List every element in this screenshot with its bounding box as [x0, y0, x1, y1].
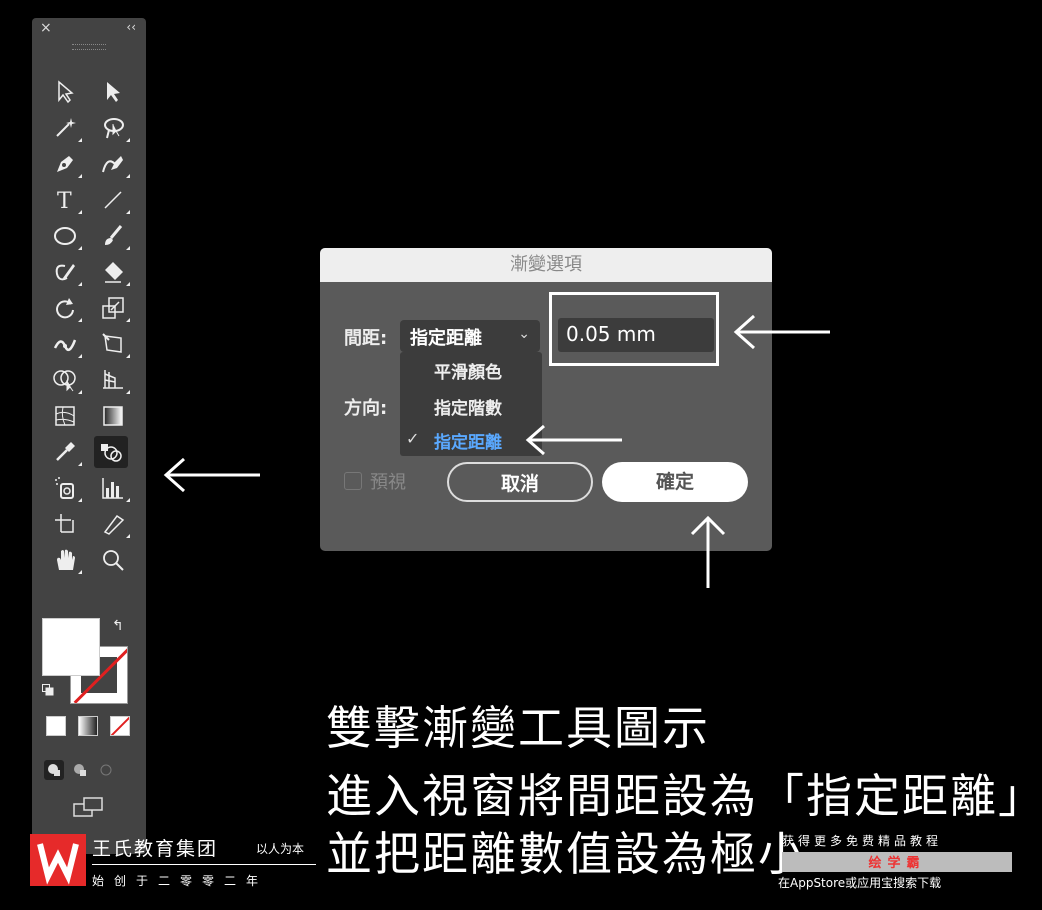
ad-headline: 获得更多免费精品教程 — [782, 834, 943, 848]
ad-download-text: 在AppStore或应用宝搜索下载 — [778, 876, 942, 890]
org-motto: 以人为本 — [256, 842, 305, 856]
none-mode-button[interactable] — [110, 716, 130, 736]
perspective-grid-tool-icon[interactable] — [96, 364, 130, 396]
direction-label: 方向: — [344, 398, 388, 419]
hand-tool-icon[interactable] — [48, 544, 82, 576]
pen-tool-icon[interactable] — [48, 148, 82, 180]
rotate-tool-icon[interactable] — [48, 292, 82, 324]
spacing-select-value: 指定距離 — [410, 328, 482, 349]
mesh-tool-icon[interactable] — [48, 400, 82, 432]
blend-tool-icon[interactable] — [94, 436, 128, 468]
color-mode-button[interactable] — [46, 716, 66, 736]
arrow-left-icon — [163, 457, 260, 493]
menu-item-smooth-color[interactable]: 平滑顏色 — [434, 358, 502, 383]
spacing-select[interactable]: 指定距離 ⌄ — [400, 320, 540, 352]
caption-line-2: 進入視窗將間距設為「指定距離」 — [326, 769, 1042, 823]
eraser-tool-icon[interactable] — [96, 256, 130, 288]
org-name: 王氏教育集团 — [92, 838, 219, 860]
selection-tool-icon[interactable] — [48, 76, 82, 108]
draw-inside-icon[interactable] — [96, 760, 116, 780]
zoom-tool-icon[interactable] — [96, 544, 130, 576]
close-icon[interactable]: × — [40, 20, 52, 36]
svg-text:T: T — [57, 189, 72, 214]
org-since: 始创于二零零二年 — [92, 874, 269, 888]
menu-item-specified-distance[interactable]: 指定距離 — [434, 428, 502, 453]
gradient-tool-icon[interactable] — [96, 400, 130, 432]
panel-header: × ‹‹ — [32, 18, 146, 40]
screen-mode-icon[interactable] — [72, 796, 106, 818]
panel-grip[interactable] — [72, 44, 106, 50]
ok-button[interactable]: 確定 — [602, 462, 748, 502]
preview-label: 預視 — [370, 472, 406, 493]
shaper-tool-icon[interactable] — [48, 256, 82, 288]
caption-line-1: 雙擊漸變工具圖示 — [326, 701, 710, 755]
column-graph-tool-icon[interactable] — [96, 472, 130, 504]
magic-wand-tool-icon[interactable] — [48, 112, 82, 144]
swap-fill-stroke-icon[interactable]: ↰ — [112, 618, 124, 634]
ellipse-tool-icon[interactable] — [48, 220, 82, 252]
tools-panel: × ‹‹ T ↰ — [32, 18, 146, 854]
shape-builder-tool-icon[interactable] — [48, 364, 82, 396]
arrow-up-icon — [690, 515, 726, 588]
slice-tool-icon[interactable] — [96, 508, 130, 540]
line-segment-tool-icon[interactable] — [96, 184, 130, 216]
lasso-tool-icon[interactable] — [96, 112, 130, 144]
arrow-left-icon — [733, 314, 830, 350]
draw-normal-icon[interactable] — [44, 760, 64, 780]
fill-swatch[interactable] — [42, 618, 100, 676]
paintbrush-tool-icon[interactable] — [96, 220, 130, 252]
ad-brand: 绘学霸 — [868, 856, 926, 871]
spacing-dropdown-menu: 平滑顏色 指定階數 ✓ 指定距離 — [400, 352, 542, 456]
width-tool-icon[interactable] — [48, 328, 82, 360]
highlight-frame — [549, 292, 719, 366]
default-fill-stroke-icon[interactable] — [42, 684, 54, 696]
menu-item-specified-steps[interactable]: 指定階數 — [434, 394, 502, 419]
ad-brand-bar: 绘学霸 — [782, 852, 1012, 872]
org-logo — [30, 834, 86, 886]
gradient-mode-button[interactable] — [78, 716, 98, 736]
spacing-label: 間距: — [344, 328, 388, 349]
eyedropper-tool-icon[interactable] — [48, 436, 82, 468]
blend-options-dialog: 漸變選項 間距: 指定距離 ⌄ 0.05 mm 方向: 平滑顏色 指定階數 ✓ … — [320, 248, 772, 551]
curvature-tool-icon[interactable] — [96, 148, 130, 180]
scale-tool-icon[interactable] — [96, 292, 130, 324]
draw-behind-icon[interactable] — [70, 760, 90, 780]
artboard-tool-icon[interactable] — [48, 508, 82, 540]
chevron-down-icon: ⌄ — [518, 326, 530, 342]
arrow-left-icon — [525, 424, 622, 456]
type-tool-icon[interactable]: T — [48, 184, 82, 216]
free-transform-tool-icon[interactable] — [96, 328, 130, 360]
symbol-sprayer-tool-icon[interactable] — [48, 472, 82, 504]
checkmark-icon: ✓ — [406, 429, 420, 448]
collapse-icon[interactable]: ‹‹ — [126, 20, 136, 34]
cancel-button[interactable]: 取消 — [447, 462, 593, 502]
preview-checkbox[interactable] — [344, 472, 362, 490]
dialog-title: 漸變選項 — [320, 248, 772, 282]
direct-selection-tool-icon[interactable] — [96, 76, 130, 108]
caption-line-3: 並把距離數值設為極小 — [326, 827, 806, 881]
divider — [92, 864, 316, 865]
